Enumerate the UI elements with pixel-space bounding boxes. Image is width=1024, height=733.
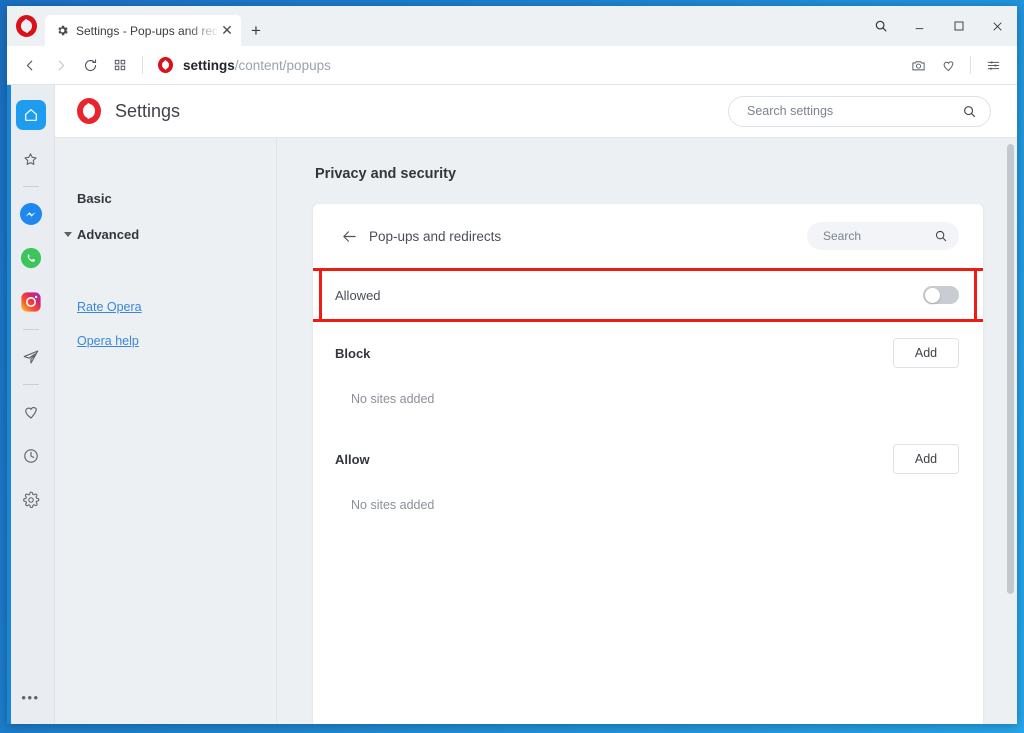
search-icon[interactable] xyxy=(934,229,948,243)
sidebar-item-settings[interactable] xyxy=(16,485,46,515)
reload-icon[interactable] xyxy=(75,50,105,80)
card-search-input[interactable] xyxy=(821,228,934,244)
window-controls xyxy=(861,6,1017,46)
nav-item-advanced[interactable]: Advanced xyxy=(55,216,276,252)
block-empty-text: No sites added xyxy=(351,392,435,406)
sidebar-more-button[interactable]: ••• xyxy=(16,682,46,712)
popups-card: Pop-ups and redirects Search Allowed Blo… xyxy=(313,204,983,724)
opera-logo-icon xyxy=(154,54,176,76)
rail-accent-edge xyxy=(7,85,11,724)
minimize-icon[interactable] xyxy=(900,9,939,43)
back-arrow-icon[interactable] xyxy=(15,50,45,80)
url-text[interactable]: settings/content/popups xyxy=(183,58,904,73)
new-tab-button[interactable]: + xyxy=(241,15,271,46)
sidebar-item-history[interactable] xyxy=(16,441,46,471)
toggle-knob xyxy=(924,287,940,303)
tab-title: Settings - Pop-ups and red xyxy=(76,23,217,38)
settings-nav: Basic Advanced Rate Opera Opera help xyxy=(55,138,277,724)
camera-icon[interactable] xyxy=(904,51,932,79)
settings-search-box[interactable] xyxy=(728,95,991,127)
close-icon[interactable] xyxy=(978,9,1017,43)
maximize-icon[interactable] xyxy=(939,9,978,43)
sidebar-item-speed-dial[interactable] xyxy=(16,144,46,174)
allowed-row-wrapper: Allowed xyxy=(313,268,983,322)
card-header: Pop-ups and redirects xyxy=(313,204,983,268)
settings-header: Settings xyxy=(55,85,1017,137)
nav-link-opera-help[interactable]: Opera help xyxy=(55,324,276,358)
sliders-icon[interactable] xyxy=(979,51,1007,79)
settings-main: Privacy and security Pop-ups and redirec… xyxy=(277,138,1017,724)
url-host: settings xyxy=(183,57,235,73)
allow-title: Allow xyxy=(335,451,370,467)
allow-header: Allow Add xyxy=(335,428,959,490)
card-search-box[interactable] xyxy=(807,222,959,250)
search-icon[interactable] xyxy=(962,104,977,119)
gear-icon xyxy=(55,24,69,38)
settings-content: Basic Advanced Rate Opera Opera help Pri… xyxy=(55,137,1017,724)
rail-divider xyxy=(22,186,39,187)
allow-add-button[interactable]: Add xyxy=(893,444,959,474)
address-divider xyxy=(970,56,971,74)
opera-logo-icon xyxy=(77,98,101,124)
title-bar: Settings - Pop-ups and red ✕ + xyxy=(7,6,1017,46)
block-add-button[interactable]: Add xyxy=(893,338,959,368)
window-search-icon[interactable] xyxy=(861,9,900,43)
browser-body: ••• Settings Search settings Basic Advan… xyxy=(7,85,1017,724)
sidebar-rail: ••• xyxy=(7,85,55,724)
toolbar-divider xyxy=(142,56,143,74)
scrollbar-thumb[interactable] xyxy=(1007,144,1014,594)
sidebar-item-telegram[interactable] xyxy=(16,342,46,372)
address-bar: settings/content/popups xyxy=(7,46,1017,85)
settings-page: Settings Basic xyxy=(55,85,1017,724)
allowed-row[interactable]: Allowed xyxy=(313,268,983,322)
nav-gap xyxy=(55,252,276,290)
nav-item-label: Advanced xyxy=(77,226,140,242)
grid-icon[interactable] xyxy=(105,50,135,80)
nav-item-basic[interactable]: Basic xyxy=(55,180,276,216)
allowed-label: Allowed xyxy=(335,287,381,303)
section-title: Privacy and security xyxy=(315,166,457,182)
page-title: Settings xyxy=(115,100,181,121)
rail-divider xyxy=(22,329,39,330)
sidebar-item-bookmarks[interactable] xyxy=(16,397,46,427)
block-section: Block Add xyxy=(313,322,983,384)
heart-icon[interactable] xyxy=(934,51,962,79)
nav-link-rate-opera[interactable]: Rate Opera xyxy=(55,290,276,324)
block-header: Block Add xyxy=(335,322,959,384)
opera-menu-button[interactable] xyxy=(7,6,45,46)
tab-close-icon[interactable]: ✕ xyxy=(217,21,237,41)
nav-item-label: Basic xyxy=(77,190,112,206)
allowed-toggle[interactable] xyxy=(923,286,959,304)
block-title: Block xyxy=(335,345,371,361)
browser-tab[interactable]: Settings - Pop-ups and red ✕ xyxy=(45,15,241,46)
opera-logo-icon xyxy=(15,15,37,37)
sidebar-item-messenger[interactable] xyxy=(16,199,46,229)
settings-search-input[interactable] xyxy=(745,103,962,119)
sidebar-item-whatsapp[interactable] xyxy=(16,243,46,273)
sidebar-item-instagram[interactable] xyxy=(16,287,46,317)
settings-brand[interactable]: Settings xyxy=(77,98,180,124)
browser-window: Settings - Pop-ups and red ✕ + settings/… xyxy=(7,6,1017,724)
allow-section: Allow Add xyxy=(313,428,983,490)
back-arrow-icon[interactable] xyxy=(335,222,363,250)
url-path: /content/popups xyxy=(234,57,331,73)
card-title: Pop-ups and redirects xyxy=(369,228,502,244)
address-bar-icons xyxy=(904,51,1007,79)
rail-divider xyxy=(22,384,39,385)
allow-empty-text: No sites added xyxy=(351,498,435,512)
chevron-down-icon xyxy=(64,231,72,237)
content-scrollbar[interactable] xyxy=(1007,144,1014,718)
forward-arrow-icon[interactable] xyxy=(45,50,75,80)
sidebar-item-home[interactable] xyxy=(15,100,46,130)
